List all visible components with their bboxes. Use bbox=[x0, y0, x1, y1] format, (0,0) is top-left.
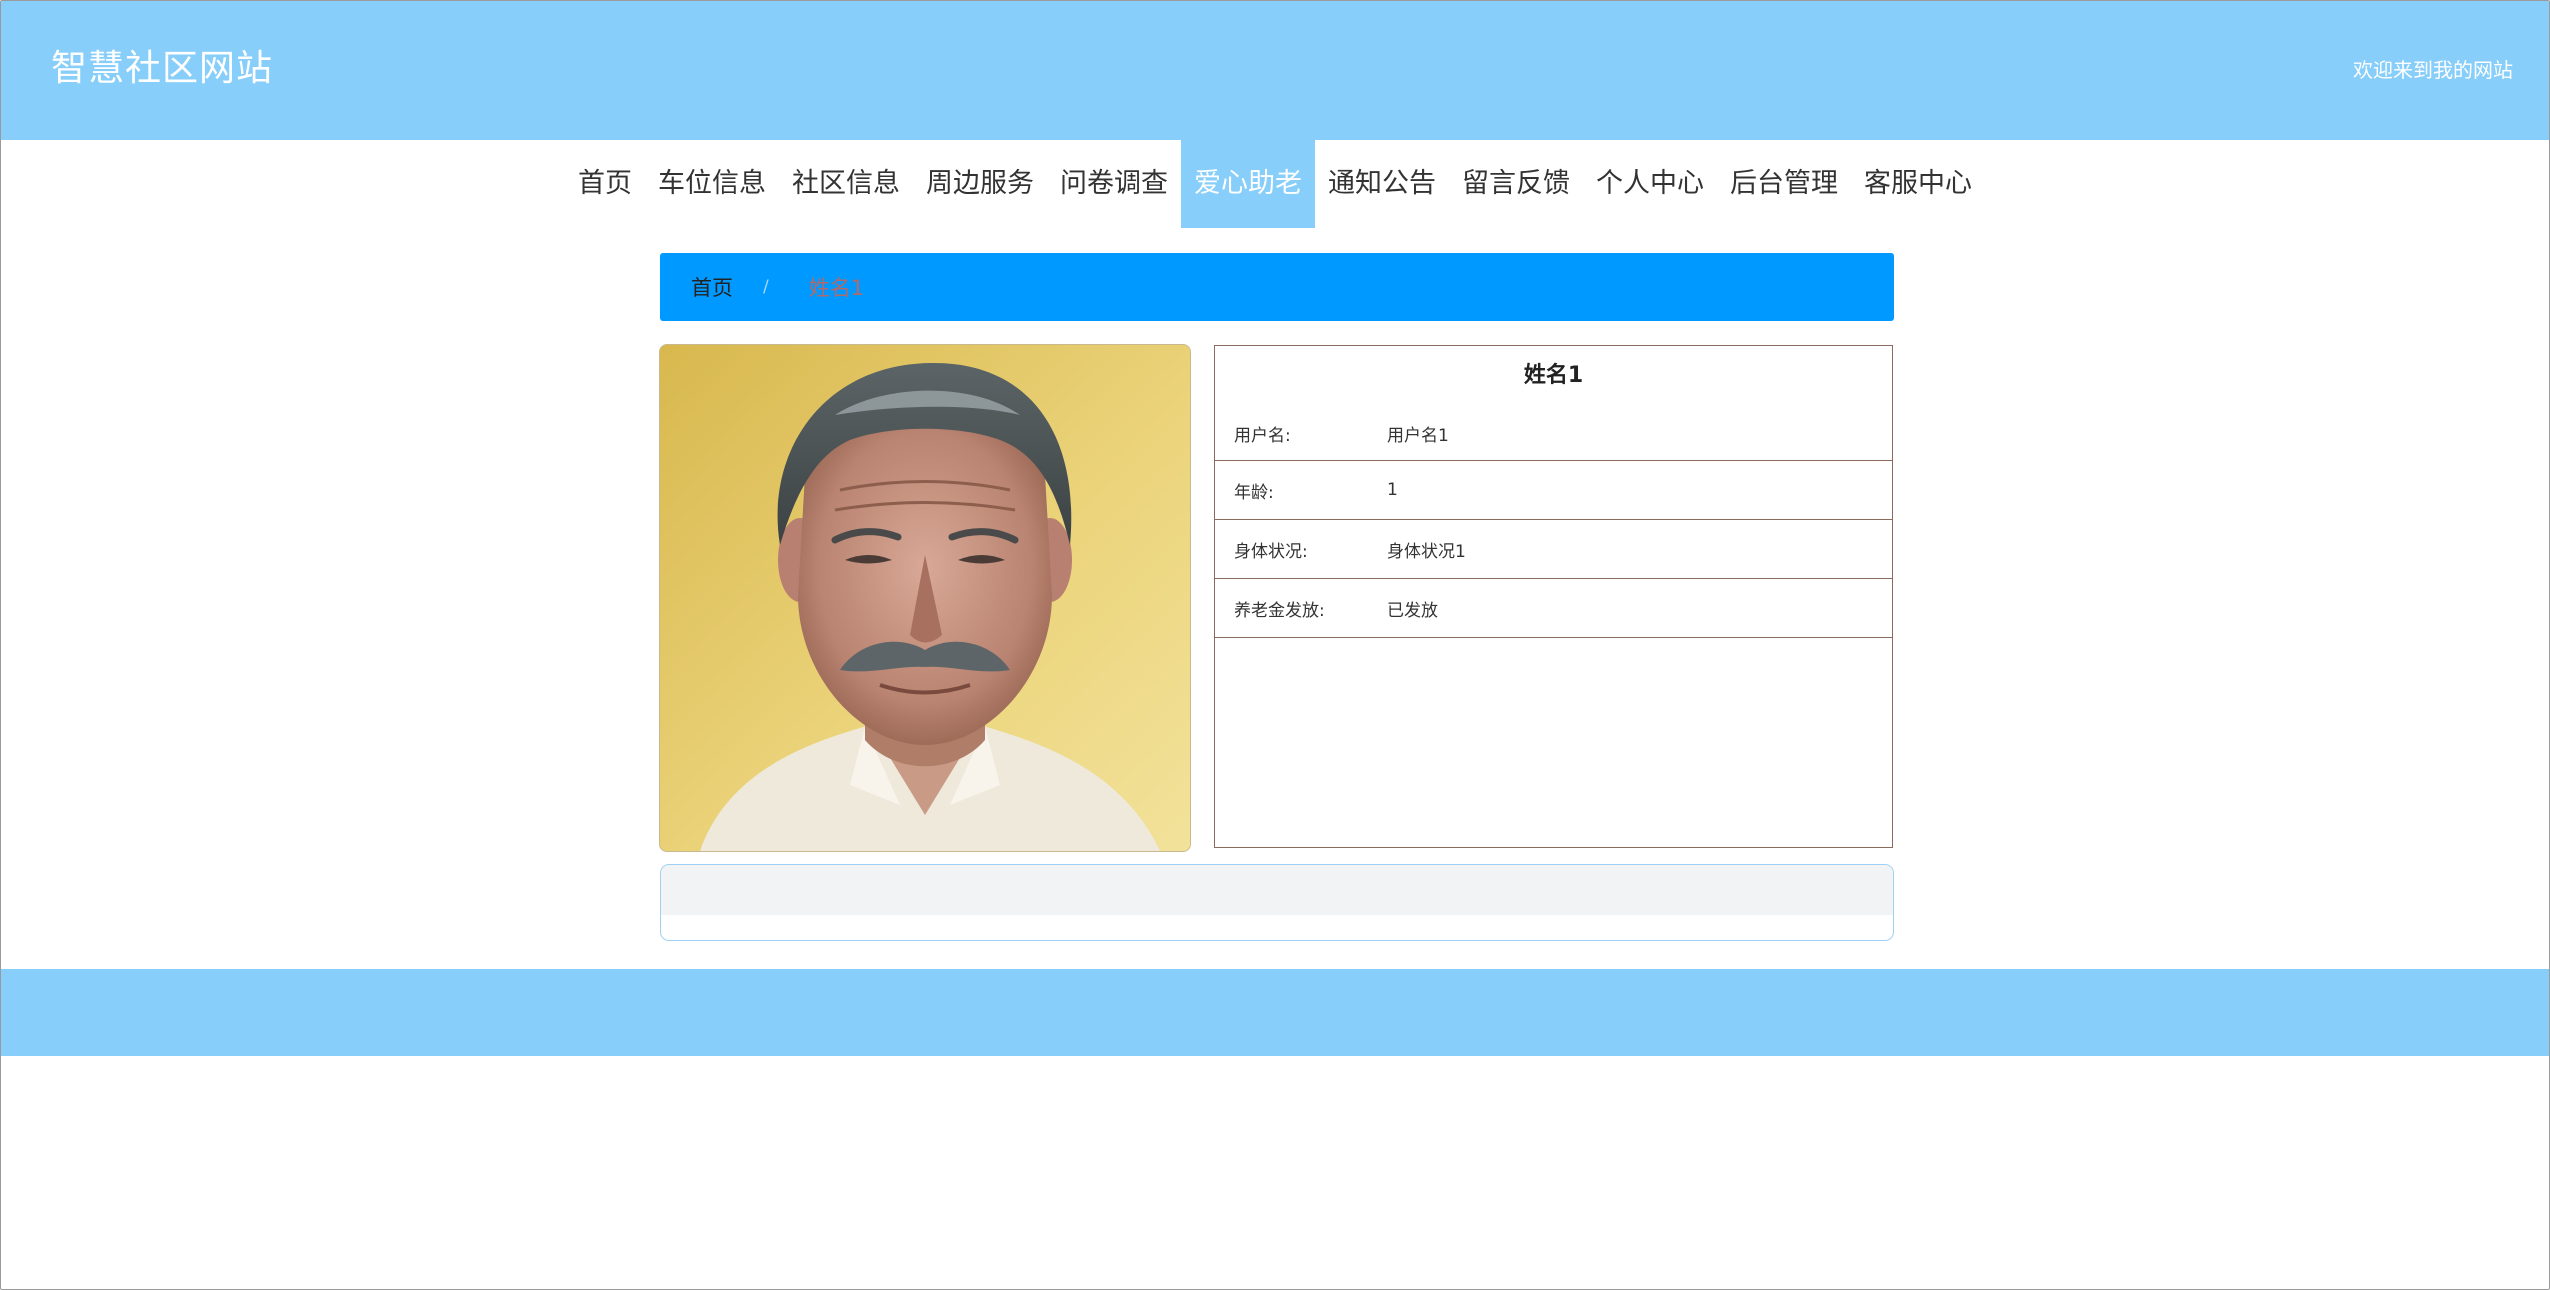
site-header: 智慧社区网站 欢迎来到我的网站 bbox=[1, 1, 2549, 140]
detail-row-pension: 养老金发放: 已发放 bbox=[1215, 579, 1892, 638]
nav-item-parking[interactable]: 车位信息 bbox=[645, 140, 779, 228]
nav-item-personal-center[interactable]: 个人中心 bbox=[1583, 140, 1717, 228]
site-title[interactable]: 智慧社区网站 bbox=[51, 45, 273, 93]
main-nav: 首页 车位信息 社区信息 周边服务 问卷调查 爱心助老 通知公告 留言反馈 个人… bbox=[1, 140, 2549, 228]
nav-item-survey[interactable]: 问卷调查 bbox=[1047, 140, 1181, 228]
nav-item-customer-service[interactable]: 客服中心 bbox=[1851, 140, 1985, 228]
content-panel bbox=[660, 864, 1894, 941]
detail-value: 用户名1 bbox=[1387, 425, 1449, 446]
detail-value: 已发放 bbox=[1387, 600, 1438, 621]
nav-item-elderly-care[interactable]: 爱心助老 bbox=[1181, 140, 1315, 228]
detail-value: 1 bbox=[1387, 480, 1398, 500]
elder-name-title: 姓名1 bbox=[1523, 363, 1584, 388]
browser-frame: 智慧社区网站 欢迎来到我的网站 首页 车位信息 社区信息 周边服务 问卷调查 爱… bbox=[0, 0, 2550, 1290]
detail-value: 身体状况1 bbox=[1387, 541, 1466, 562]
breadcrumb-home-link[interactable]: 首页 bbox=[691, 272, 733, 302]
detail-label: 养老金发放: bbox=[1234, 600, 1325, 621]
nav-item-feedback[interactable]: 留言反馈 bbox=[1449, 140, 1583, 228]
welcome-text: 欢迎来到我的网站 bbox=[2353, 58, 2513, 82]
nav-item-admin[interactable]: 后台管理 bbox=[1717, 140, 1851, 228]
nav-item-home[interactable]: 首页 bbox=[565, 140, 645, 228]
panel-header-bar bbox=[661, 865, 1893, 915]
detail-label: 年龄: bbox=[1234, 482, 1274, 503]
detail-row-username: 用户名: 用户名1 bbox=[1215, 406, 1892, 461]
detail-label: 身体状况: bbox=[1234, 541, 1308, 562]
breadcrumb: 首页 / 姓名1 bbox=[660, 253, 1894, 321]
elderly-person-photo bbox=[659, 344, 1191, 852]
nav-item-community[interactable]: 社区信息 bbox=[779, 140, 913, 228]
elder-detail-table: 姓名1 用户名: 用户名1 年龄: 1 身体状况: 身体状况1 养老金发放: 已… bbox=[1214, 345, 1893, 848]
detail-label: 用户名: bbox=[1234, 425, 1291, 446]
breadcrumb-current: 姓名1 bbox=[808, 276, 865, 300]
detail-row-health: 身体状况: 身体状况1 bbox=[1215, 520, 1892, 579]
site-footer bbox=[1, 969, 2549, 1056]
breadcrumb-separator: / bbox=[763, 277, 769, 297]
detail-row-age: 年龄: 1 bbox=[1215, 461, 1892, 520]
nav-item-notices[interactable]: 通知公告 bbox=[1315, 140, 1449, 228]
nav-item-nearby-services[interactable]: 周边服务 bbox=[913, 140, 1047, 228]
